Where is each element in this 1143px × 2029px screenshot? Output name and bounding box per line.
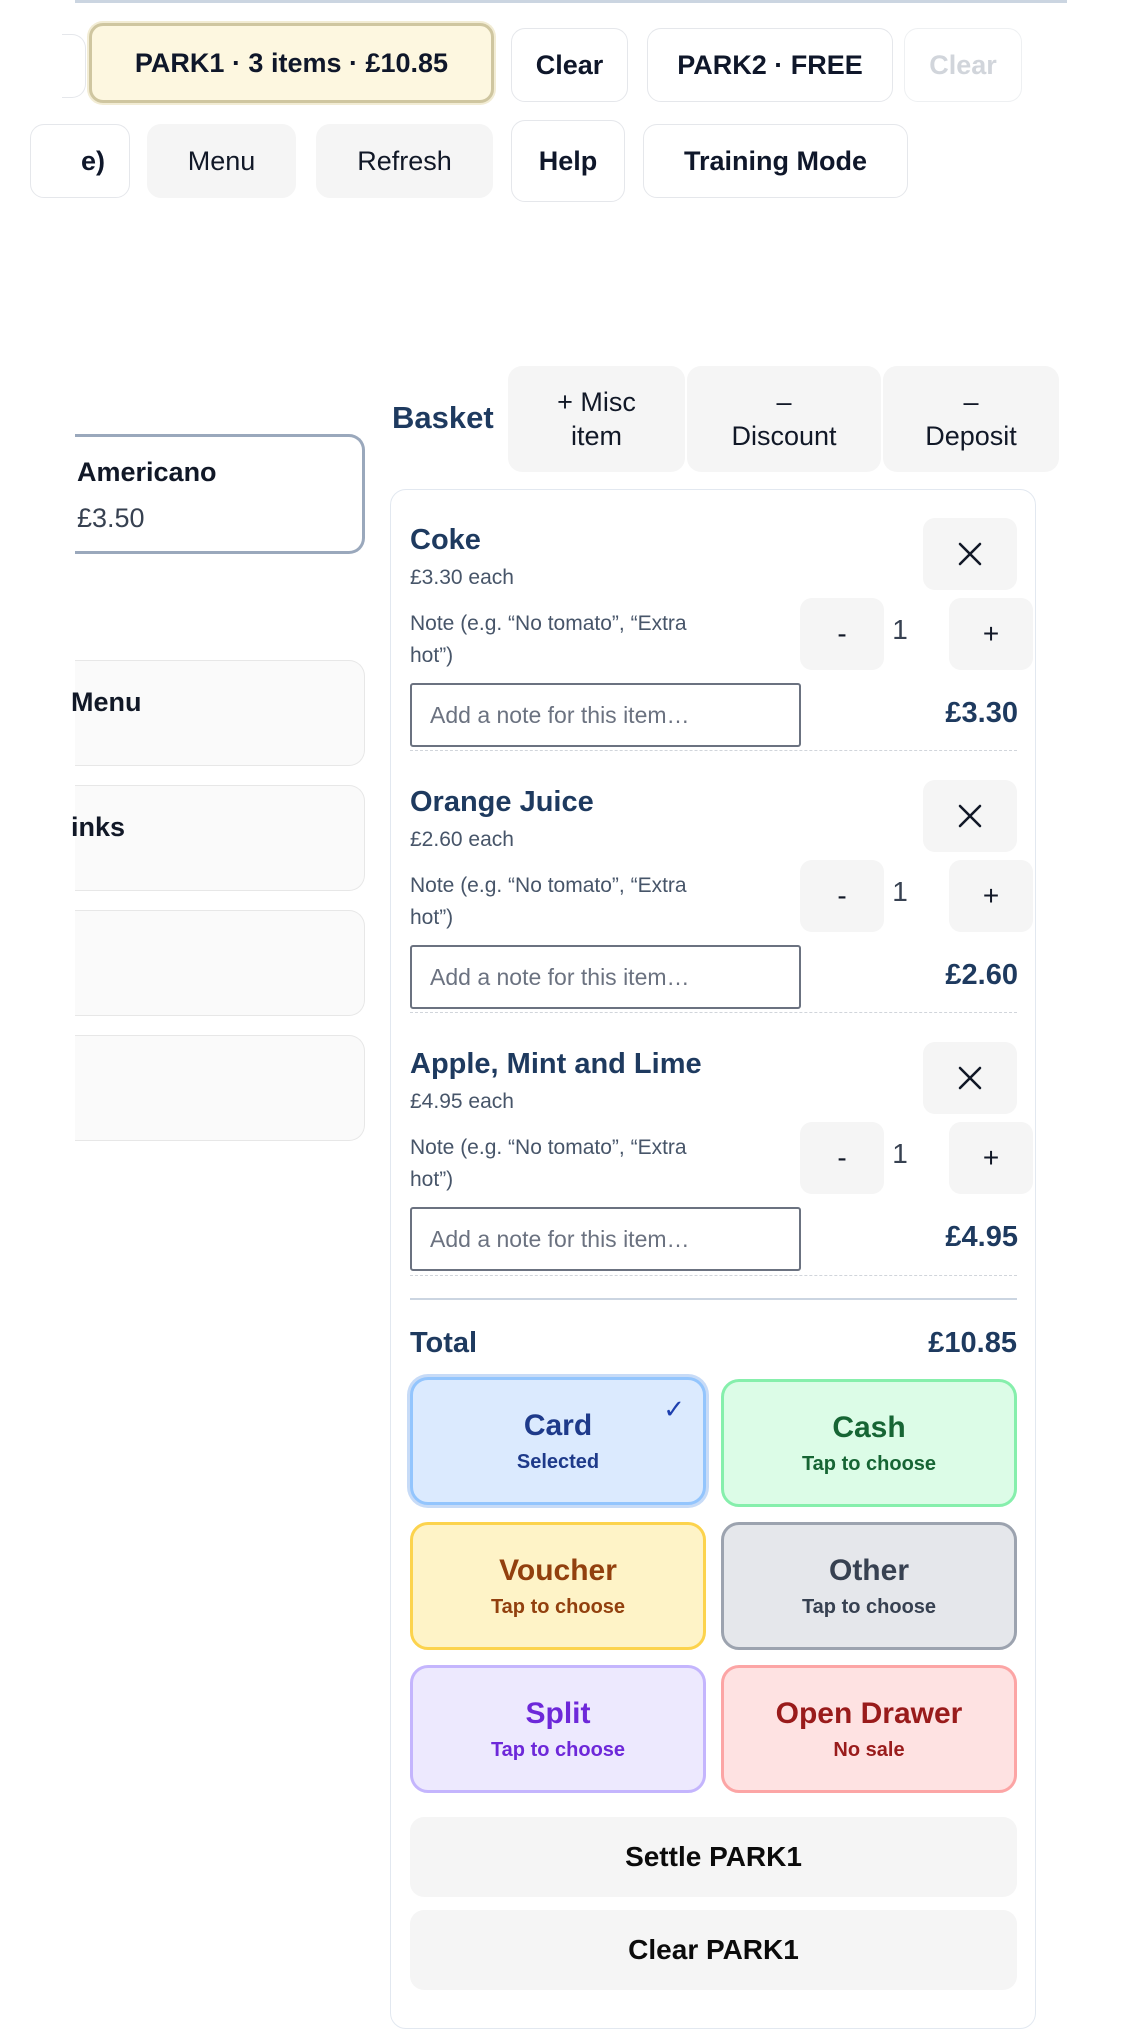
increase-qty-button[interactable]: + bbox=[949, 598, 1033, 670]
product-price: £3.50 bbox=[77, 503, 145, 533]
payment-title: Split bbox=[525, 1696, 591, 1730]
payment-title: Other bbox=[828, 1553, 909, 1587]
item-note-input[interactable] bbox=[410, 1207, 801, 1271]
item-note-label: Note (e.g. “No tomato”, “Extra hot”) bbox=[410, 612, 687, 667]
payment-subtitle: Tap to choose bbox=[801, 1452, 937, 1475]
park1-button[interactable]: PARK1 · 3 items · £10.85 bbox=[89, 23, 494, 103]
category-card[interactable] bbox=[75, 1035, 365, 1141]
item-line-total: £4.95 bbox=[945, 1221, 1018, 1253]
item-note-input[interactable] bbox=[410, 683, 801, 747]
payment-subtitle: Tap to choose bbox=[490, 1595, 626, 1618]
category-menu[interactable]: Menu bbox=[71, 660, 365, 766]
partial-mode-button[interactable]: e) bbox=[30, 124, 130, 198]
remove-item-button[interactable] bbox=[923, 1042, 1017, 1114]
item-note-input[interactable] bbox=[410, 945, 801, 1009]
category-drinks[interactable]: inks bbox=[71, 785, 365, 891]
category-card[interactable] bbox=[75, 910, 365, 1016]
training-mode-button[interactable]: Training Mode bbox=[643, 124, 908, 198]
clear-park2-button[interactable]: Clear bbox=[904, 28, 1022, 102]
item-unit-price: £3.30 each bbox=[410, 566, 514, 589]
menu-button[interactable]: Menu bbox=[147, 124, 296, 198]
remove-item-button[interactable] bbox=[923, 518, 1017, 590]
payment-cash-button[interactable]: Cash Tap to choose bbox=[721, 1379, 1017, 1507]
increase-qty-button[interactable]: + bbox=[949, 860, 1033, 932]
top-divider bbox=[75, 0, 1067, 3]
item-line-total: £2.60 bbox=[945, 959, 1018, 991]
item-unit-price: £2.60 each bbox=[410, 828, 514, 851]
item-quantity: 1 bbox=[892, 614, 908, 645]
payment-other-button[interactable]: Other Tap to choose bbox=[721, 1522, 1017, 1650]
payment-voucher-button[interactable]: Voucher Tap to choose bbox=[410, 1522, 706, 1650]
decrease-qty-button[interactable]: - bbox=[800, 598, 884, 670]
payment-subtitle: Selected bbox=[516, 1450, 600, 1473]
close-icon bbox=[958, 804, 982, 828]
product-name: Americano bbox=[77, 457, 217, 487]
item-divider bbox=[410, 1275, 1017, 1276]
decrease-qty-button[interactable]: - bbox=[800, 1122, 884, 1194]
refresh-button[interactable]: Refresh bbox=[316, 124, 493, 198]
item-name: Apple, Mint and Lime bbox=[410, 1048, 702, 1080]
payment-subtitle: Tap to choose bbox=[490, 1738, 626, 1761]
misc-item-button[interactable]: + Misc item bbox=[508, 366, 685, 472]
close-icon bbox=[958, 1066, 982, 1090]
partial-left-button[interactable] bbox=[62, 34, 86, 98]
settle-button[interactable]: Settle PARK1 bbox=[410, 1817, 1017, 1897]
item-line-total: £3.30 bbox=[945, 697, 1018, 729]
item-name: Coke bbox=[410, 524, 481, 556]
total-divider bbox=[410, 1298, 1017, 1300]
deposit-button[interactable]: – Deposit bbox=[883, 366, 1059, 472]
clear-park1-button[interactable]: Clear bbox=[511, 28, 628, 102]
category-menu-label: Menu bbox=[71, 687, 142, 717]
item-note-label: Note (e.g. “No tomato”, “Extra hot”) bbox=[410, 1136, 687, 1191]
close-icon bbox=[958, 542, 982, 566]
checkmark-icon: ✓ bbox=[663, 1394, 685, 1424]
partial-mode-label: e) bbox=[80, 145, 105, 176]
clear-basket-button[interactable]: Clear PARK1 bbox=[410, 1910, 1017, 1990]
item-name: Orange Juice bbox=[410, 786, 594, 818]
item-quantity: 1 bbox=[892, 876, 908, 907]
payment-title: Open Drawer bbox=[775, 1696, 963, 1730]
payment-title: Card bbox=[523, 1408, 593, 1442]
payment-subtitle: Tap to choose bbox=[801, 1595, 937, 1618]
basket-title: Basket bbox=[392, 400, 494, 435]
payment-split-button[interactable]: Split Tap to choose bbox=[410, 1665, 706, 1793]
total-label: Total bbox=[410, 1327, 478, 1359]
item-note-label: Note (e.g. “No tomato”, “Extra hot”) bbox=[410, 874, 687, 929]
increase-qty-button[interactable]: + bbox=[949, 1122, 1033, 1194]
help-button[interactable]: Help bbox=[511, 120, 625, 202]
item-divider bbox=[410, 750, 1017, 751]
discount-button[interactable]: – Discount bbox=[687, 366, 881, 472]
item-unit-price: £4.95 each bbox=[410, 1090, 514, 1113]
total-value: £10.85 bbox=[928, 1327, 1017, 1359]
item-divider bbox=[410, 1012, 1017, 1013]
payment-subtitle: No sale bbox=[833, 1738, 905, 1761]
park2-button[interactable]: PARK2 · FREE bbox=[647, 28, 893, 102]
item-quantity: 1 bbox=[892, 1138, 908, 1169]
product-americano[interactable]: Americano £3.50 bbox=[75, 434, 365, 554]
remove-item-button[interactable] bbox=[923, 780, 1017, 852]
decrease-qty-button[interactable]: - bbox=[800, 860, 884, 932]
payment-title: Voucher bbox=[499, 1553, 617, 1587]
payment-card-button[interactable]: ✓ Card Selected bbox=[410, 1377, 706, 1505]
open-drawer-button[interactable]: Open Drawer No sale bbox=[721, 1665, 1017, 1793]
payment-title: Cash bbox=[832, 1410, 906, 1444]
category-drinks-label: inks bbox=[71, 812, 126, 842]
